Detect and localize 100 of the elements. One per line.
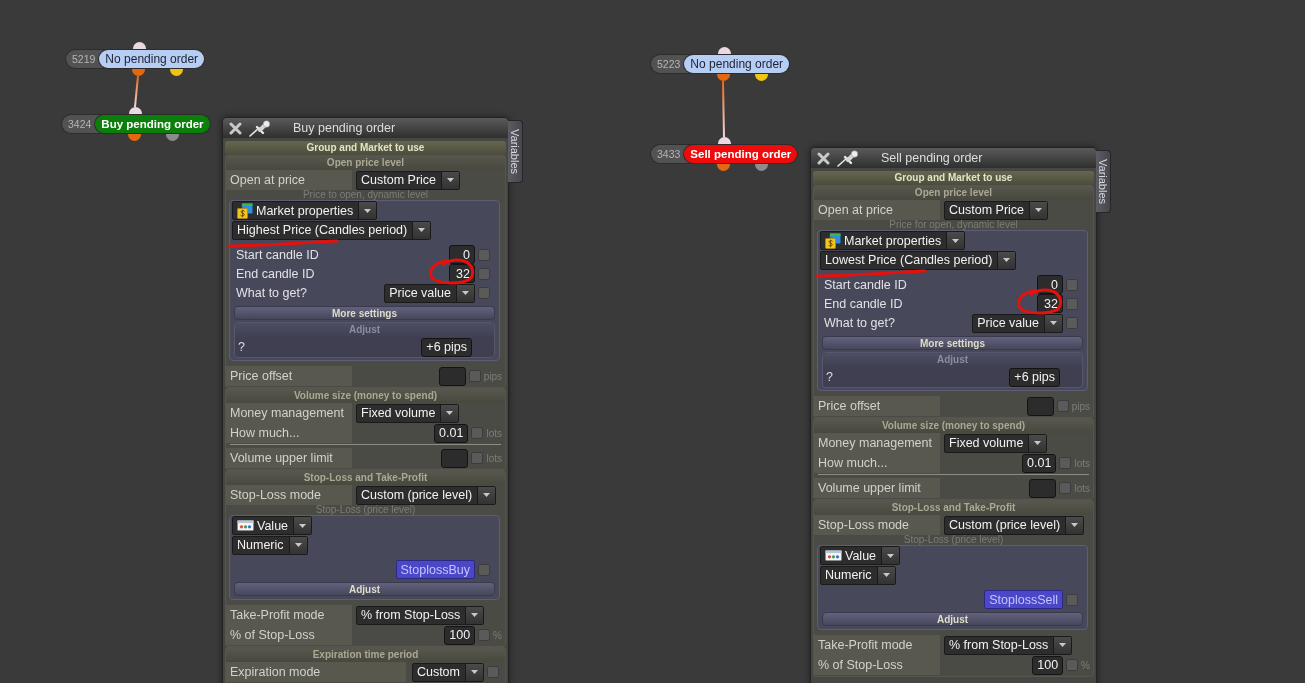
close-icon[interactable] bbox=[817, 151, 830, 165]
field-label: What to get? bbox=[823, 316, 896, 330]
caret-down-icon bbox=[462, 291, 469, 295]
number-card-icon bbox=[825, 550, 842, 561]
variables-tab[interactable]: Variables bbox=[508, 120, 523, 183]
money-icon bbox=[237, 202, 253, 219]
variable-field[interactable]: StoplossSell bbox=[984, 590, 1063, 609]
section-header: Open price level bbox=[226, 156, 505, 170]
number-field[interactable]: 0.01 bbox=[434, 423, 469, 443]
dropdown[interactable]: % from Stop-Loss bbox=[356, 605, 485, 625]
field-label: ? bbox=[825, 370, 834, 384]
caret-down-icon bbox=[299, 523, 307, 528]
checkbox[interactable] bbox=[1059, 482, 1072, 494]
checkbox[interactable] bbox=[478, 629, 491, 641]
number-field[interactable]: 100 bbox=[1032, 655, 1064, 675]
field-label: End candle ID bbox=[823, 296, 904, 311]
expander-button[interactable]: More settings bbox=[822, 336, 1083, 350]
field-label: Price offset bbox=[226, 366, 352, 386]
field-label: What to get? bbox=[235, 286, 308, 300]
field-label: ? bbox=[237, 340, 246, 354]
variable-field[interactable]: StoplossBuy bbox=[395, 560, 475, 579]
dropdown[interactable]: Custom Price bbox=[944, 200, 1049, 220]
section-header: Group and Market to use bbox=[225, 141, 506, 155]
node-number: 3433 bbox=[651, 145, 690, 163]
caret-down-icon bbox=[952, 238, 960, 243]
checkbox[interactable] bbox=[1056, 400, 1069, 412]
dropdown[interactable]: Price value bbox=[384, 283, 475, 303]
checkbox[interactable] bbox=[1066, 317, 1078, 329]
dropdown[interactable]: Value bbox=[232, 516, 313, 535]
dropdown[interactable]: % from Stop-Loss bbox=[944, 635, 1073, 655]
field-label: Start candle ID bbox=[823, 277, 908, 292]
field-label: % of Stop-Loss bbox=[226, 625, 352, 645]
variables-tab[interactable]: Variables bbox=[1096, 150, 1111, 213]
checkbox[interactable] bbox=[471, 427, 484, 439]
section-header: Group and Market to use bbox=[813, 171, 1094, 185]
input-field[interactable] bbox=[441, 448, 469, 468]
field-label: Stop-Loss mode bbox=[226, 485, 352, 505]
unit-label: % bbox=[493, 629, 502, 641]
field-label: % of Stop-Loss bbox=[814, 655, 940, 675]
dropdown[interactable]: Fixed volume bbox=[356, 403, 460, 423]
dropdown[interactable]: Numeric bbox=[232, 535, 308, 555]
input-field[interactable] bbox=[1029, 478, 1057, 498]
checkbox[interactable] bbox=[1066, 593, 1078, 606]
expander-button[interactable]: Adjust bbox=[234, 582, 495, 596]
caret-down-icon bbox=[882, 573, 890, 577]
checkbox[interactable] bbox=[478, 287, 490, 299]
caret-down-icon bbox=[447, 178, 455, 182]
close-icon[interactable] bbox=[229, 121, 242, 135]
checkbox[interactable] bbox=[1066, 278, 1078, 291]
pin-icon[interactable] bbox=[837, 149, 859, 167]
dropdown[interactable]: Custom (price level) bbox=[356, 485, 497, 505]
dropdown[interactable]: Value bbox=[820, 546, 901, 565]
caret-down-icon bbox=[483, 493, 491, 497]
dropdown[interactable]: Lowest Price (Candles period) bbox=[820, 250, 1017, 270]
dropdown[interactable]: Custom (price level) bbox=[944, 515, 1085, 535]
connector-line bbox=[721, 81, 726, 137]
number-field[interactable]: +6 pips bbox=[1009, 367, 1060, 387]
dropdown[interactable]: Highest Price (Candles period) bbox=[232, 220, 432, 240]
caret-down-icon bbox=[418, 228, 426, 232]
field-label: Start candle ID bbox=[235, 247, 320, 262]
node-label[interactable]: No pending order bbox=[684, 55, 790, 73]
number-field[interactable]: +6 pips bbox=[421, 337, 472, 357]
dropdown[interactable]: Custom bbox=[411, 662, 484, 682]
field-label: Price offset bbox=[814, 396, 940, 416]
checkbox[interactable] bbox=[471, 452, 484, 464]
input-field[interactable] bbox=[438, 366, 466, 386]
checkbox[interactable] bbox=[478, 563, 490, 576]
money-icon bbox=[825, 232, 841, 249]
field-label: Take-Profit mode bbox=[814, 635, 940, 655]
number-field[interactable]: 100 bbox=[444, 625, 476, 645]
caret-down-icon bbox=[446, 411, 454, 415]
checkbox[interactable] bbox=[468, 370, 481, 382]
dropdown[interactable]: Fixed volume bbox=[944, 433, 1048, 453]
node-label[interactable]: Buy pending order bbox=[95, 115, 210, 133]
dropdown[interactable]: Market properties bbox=[820, 231, 966, 250]
pin-icon[interactable] bbox=[249, 119, 271, 137]
checkbox[interactable] bbox=[1059, 457, 1072, 469]
node-label[interactable]: Sell pending order bbox=[684, 145, 798, 163]
dropdown[interactable]: Market properties bbox=[232, 201, 378, 220]
number-field[interactable]: 0.01 bbox=[1022, 453, 1057, 473]
field-label: Volume upper limit bbox=[814, 478, 940, 498]
field-label: Stop-Loss mode bbox=[814, 515, 940, 535]
expander-button[interactable]: Adjust bbox=[822, 612, 1083, 626]
dropdown[interactable]: Price value bbox=[972, 313, 1063, 333]
checkbox[interactable] bbox=[478, 248, 490, 261]
expander-button[interactable]: More settings bbox=[234, 306, 495, 320]
checkbox[interactable] bbox=[1066, 659, 1079, 671]
dropdown[interactable]: Numeric bbox=[820, 565, 896, 585]
node-label[interactable]: No pending order bbox=[99, 50, 205, 68]
dropdown[interactable]: Custom Price bbox=[356, 170, 461, 190]
section-header: Open price level bbox=[814, 186, 1093, 200]
section-header: Expiration time period bbox=[226, 648, 505, 662]
checkbox[interactable] bbox=[1066, 297, 1078, 310]
checkbox[interactable] bbox=[487, 666, 499, 678]
field-label: How much... bbox=[814, 453, 940, 473]
subsection-header: Adjust bbox=[823, 353, 1082, 367]
node-number: 3424 bbox=[62, 115, 101, 133]
input-field[interactable] bbox=[1026, 396, 1054, 416]
checkbox[interactable] bbox=[478, 267, 490, 280]
node-number: 5219 bbox=[66, 50, 105, 68]
